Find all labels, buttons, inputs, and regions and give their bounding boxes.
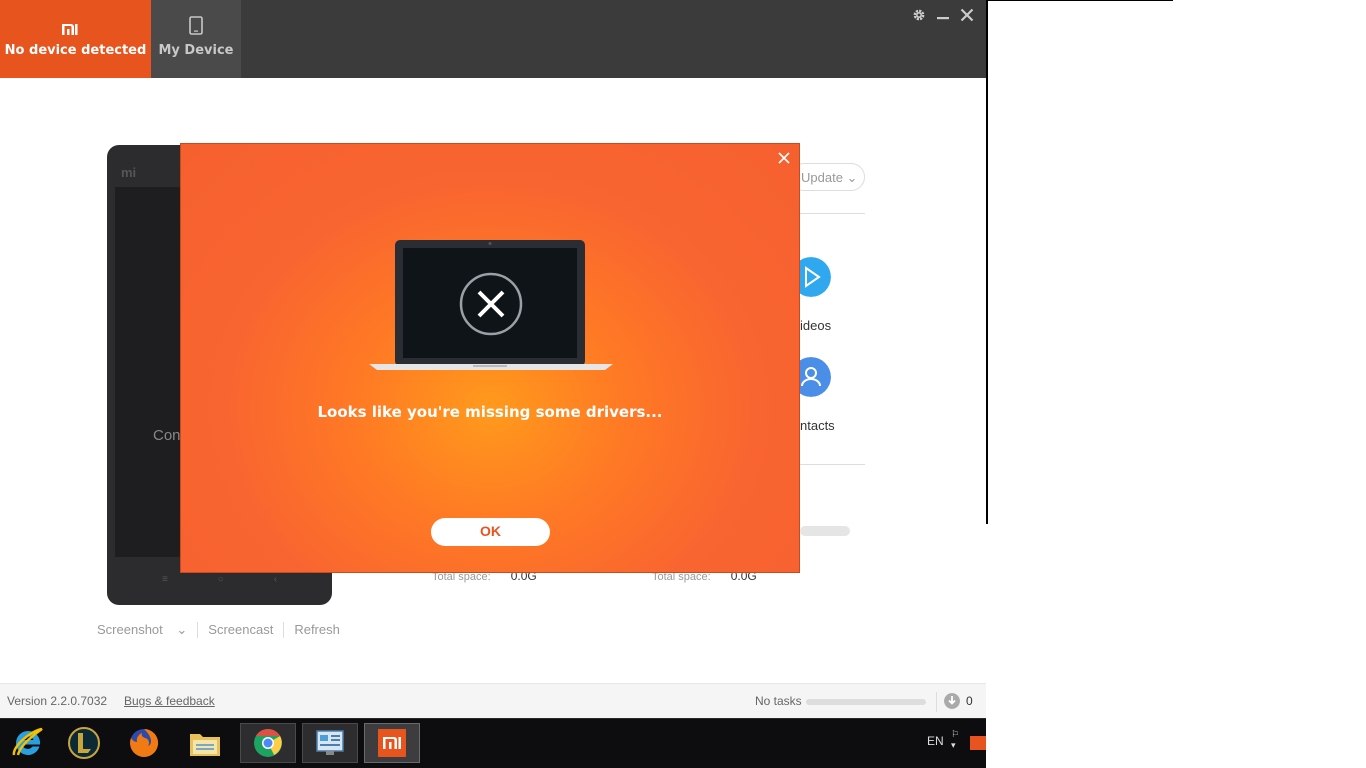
status-bar: Version 2.2.0.7032 Bugs & feedback No ta… bbox=[0, 683, 986, 718]
screenshot-link[interactable]: Screenshot ⌄ bbox=[97, 622, 199, 638]
phone-icon bbox=[189, 16, 203, 35]
refresh-link[interactable]: Refresh bbox=[284, 622, 350, 638]
language-indicator[interactable]: EN bbox=[927, 734, 944, 748]
update-button[interactable]: Update ⌄ bbox=[790, 163, 865, 191]
window-controls bbox=[912, 8, 974, 22]
tab-my-device[interactable]: My Device bbox=[151, 0, 241, 78]
menu-icon: ≡ bbox=[161, 574, 168, 585]
firefox-icon bbox=[130, 728, 159, 757]
videos-label: ideos bbox=[800, 318, 832, 333]
chevron-down-icon: ⌄ bbox=[846, 170, 858, 185]
bugs-feedback-link[interactable]: Bugs & feedback bbox=[124, 694, 215, 708]
mi-suite-icon bbox=[378, 729, 406, 757]
taskbar-explorer[interactable] bbox=[177, 723, 233, 763]
phone-nav-buttons: ≡ ○ ‹ bbox=[107, 574, 332, 585]
minimize-icon[interactable] bbox=[936, 8, 950, 22]
tab-my-device-label: My Device bbox=[158, 43, 234, 58]
screen-edge bbox=[986, 0, 988, 524]
control-panel-icon bbox=[316, 730, 344, 755]
contacts-label: ntacts bbox=[800, 418, 835, 433]
screencast-link[interactable]: Screencast bbox=[198, 622, 285, 638]
internet-explorer-icon bbox=[12, 727, 43, 756]
tab-no-device-label: No device detected bbox=[4, 43, 147, 58]
mi-pc-suite-window: No device detected My Device mi Conn ≡ ○… bbox=[0, 0, 986, 718]
taskbar-ie[interactable] bbox=[0, 723, 56, 763]
close-icon[interactable] bbox=[960, 8, 974, 22]
tasks-status: No tasks bbox=[755, 694, 802, 708]
windows-taskbar: EN ⚐ ▾ bbox=[0, 718, 986, 768]
dialog-message: Looks like you're missing some drivers..… bbox=[317, 403, 663, 421]
download-icon[interactable] bbox=[944, 693, 960, 709]
task-progress-bar bbox=[806, 699, 926, 705]
folder-icon bbox=[190, 734, 220, 756]
ok-button[interactable]: OK bbox=[431, 518, 550, 546]
phone-logo: mi bbox=[121, 165, 137, 180]
screen-edge-line bbox=[988, 0, 1173, 1]
divider bbox=[800, 213, 865, 214]
storage-bar bbox=[800, 526, 850, 536]
home-icon: ○ bbox=[217, 574, 224, 585]
gear-icon[interactable] bbox=[912, 8, 926, 22]
missing-drivers-dialog: Looks like you're missing some drivers..… bbox=[180, 143, 800, 573]
top-bar: No device detected My Device bbox=[0, 0, 986, 78]
taskbar-mi-pc-suite[interactable] bbox=[364, 723, 420, 763]
phone-actions: Screenshot ⌄ Screencast Refresh bbox=[97, 622, 350, 638]
taskbar-league[interactable] bbox=[56, 723, 112, 763]
divider bbox=[936, 692, 937, 712]
back-icon: ‹ bbox=[273, 574, 278, 585]
dialog-close-icon[interactable] bbox=[777, 151, 791, 165]
chrome-icon bbox=[254, 729, 282, 757]
tray-mi-icon[interactable] bbox=[970, 736, 986, 750]
version-text: Version 2.2.0.7032 bbox=[7, 694, 108, 708]
divider bbox=[800, 464, 865, 465]
league-of-legends-icon bbox=[68, 727, 100, 759]
taskbar-control-panel[interactable] bbox=[302, 723, 358, 763]
tab-no-device[interactable]: No device detected bbox=[0, 0, 151, 78]
tray-flag-icon[interactable]: ⚐ ▾ bbox=[951, 729, 959, 751]
laptop-error-icon bbox=[369, 240, 613, 370]
screenshot-label: Screenshot bbox=[97, 622, 163, 637]
taskbar-firefox[interactable] bbox=[116, 723, 172, 763]
taskbar-chrome[interactable] bbox=[240, 723, 296, 763]
task-count: 0 bbox=[966, 694, 973, 708]
update-label: Update bbox=[801, 170, 843, 185]
mi-logo-icon bbox=[62, 24, 78, 35]
